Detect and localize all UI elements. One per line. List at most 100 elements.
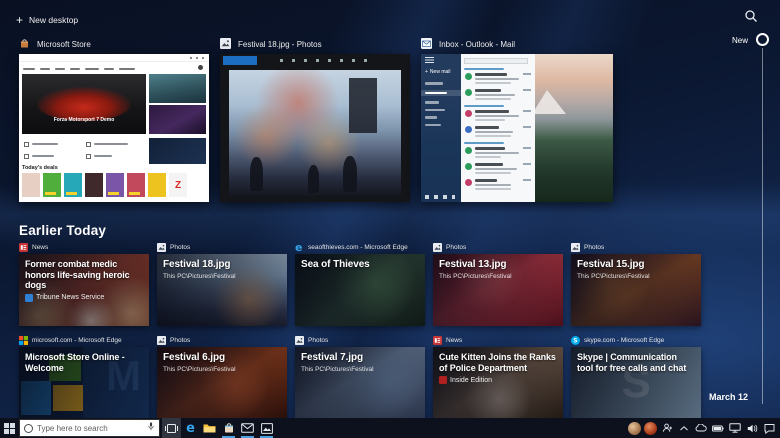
store-deals-row: Z — [22, 173, 206, 199]
deal-tile — [43, 173, 61, 197]
deal-tile — [85, 173, 103, 197]
taskbar-store-button[interactable] — [219, 418, 238, 438]
section-title: Earlier Today — [19, 223, 106, 238]
card-subtitle: This PC\Pictures\Festival — [439, 273, 557, 280]
card-title: Microsoft Store Online - Welcome — [25, 352, 143, 373]
card-app-label: Photos — [446, 244, 466, 251]
timeline-scrollbar-track[interactable] — [762, 48, 763, 404]
window-thumbnail-mail[interactable]: +New mail — [421, 54, 613, 202]
photos-icon — [571, 243, 580, 252]
task-view-button[interactable] — [162, 418, 181, 438]
search-button[interactable] — [744, 9, 758, 28]
window-title: Festival 18.jpg - Photos — [238, 40, 322, 49]
card-app-label: Photos — [170, 244, 190, 251]
photos-icon — [157, 336, 166, 345]
timeline-new-label: New — [714, 36, 748, 45]
taskbar: e — [0, 418, 780, 438]
card-title: Festival 13.jpg — [439, 259, 557, 271]
timeline-cards-grid: News Former combat medic honors life-sav… — [19, 241, 701, 419]
edge-icon: e — [186, 424, 195, 433]
photos-icon — [433, 243, 442, 252]
window-thumbnail-photos[interactable] — [220, 54, 410, 202]
store-nav-tabs — [23, 65, 205, 73]
store-icon — [223, 422, 235, 434]
edge-icon: e — [295, 243, 304, 252]
timeline-card-ms-store-online[interactable]: microsoft.com - Microsoft Edge M Microso… — [19, 334, 149, 419]
action-center-icon[interactable] — [762, 418, 776, 438]
timeline-card-skype[interactable]: S skype.com - Microsoft Edge S Skype | C… — [571, 334, 701, 419]
timeline-card-festival-13[interactable]: Photos Festival 13.jpg This PC\Pictures\… — [433, 241, 563, 326]
network-icon[interactable] — [728, 418, 742, 438]
file-explorer-icon — [203, 423, 216, 434]
microphone-icon[interactable] — [147, 419, 155, 437]
speaker-icon[interactable] — [745, 418, 759, 438]
card-subtitle: This PC\Pictures\Festival — [163, 366, 281, 373]
chevron-up-icon[interactable] — [677, 418, 691, 438]
store-quick-links — [22, 138, 146, 162]
crowd-figure — [343, 156, 357, 192]
card-title: Festival 18.jpg — [163, 259, 281, 271]
mail-icon — [421, 38, 432, 51]
photos-icon — [157, 243, 166, 252]
taskbar-photos-button[interactable] — [257, 418, 276, 438]
photos-icon — [220, 38, 231, 51]
window-thumbnail-store[interactable]: Forza Motorsport 7 Demo Today's deals — [19, 54, 209, 202]
store-promo-tile-3 — [149, 138, 206, 164]
hero-car-image — [37, 87, 131, 121]
photos-icon — [261, 423, 273, 434]
deal-tile — [148, 173, 166, 197]
taskbar-tray — [628, 418, 780, 438]
card-subtitle: This PC\Pictures\Festival — [163, 273, 281, 280]
timeline-scrubber-handle[interactable] — [756, 33, 769, 46]
taskbar-mail-button[interactable] — [238, 418, 257, 438]
onedrive-cloud-icon[interactable] — [694, 418, 708, 438]
card-title: Former combat medic honors life-saving h… — [25, 259, 143, 291]
task-view-icon — [165, 423, 178, 434]
card-source: Inside Edition — [450, 377, 492, 384]
timeline-card-festival-6[interactable]: Photos Festival 6.jpg This PC\Pictures\F… — [157, 334, 287, 419]
search-input[interactable] — [37, 424, 143, 433]
photos-edit-button — [223, 56, 257, 65]
card-app-label: microsoft.com - Microsoft Edge — [32, 337, 122, 344]
card-title: Cute Kitten Joins the Ranks of Police De… — [439, 352, 557, 373]
store-deals-heading: Today's deals — [22, 165, 58, 171]
deal-tile — [127, 173, 145, 197]
card-app-label: seaofthieves.com - Microsoft Edge — [308, 244, 408, 251]
window-microsoft-store[interactable]: Microsoft Store Forza Motorsport 7 Demo … — [19, 38, 211, 203]
timeline-card-news-kitten[interactable]: News Cute Kitten Joins the Ranks of Poli… — [433, 334, 563, 419]
card-title: Festival 7.jpg — [301, 352, 419, 364]
timeline-card-sea-of-thieves[interactable]: e seaofthieves.com - Microsoft Edge Sea … — [295, 241, 425, 326]
new-desktop-button[interactable]: + New desktop — [16, 14, 78, 26]
photos-icon — [295, 336, 304, 345]
cortana-icon — [24, 424, 33, 433]
plus-icon: + — [16, 14, 23, 26]
card-app-label: Photos — [170, 337, 190, 344]
plus-icon: + — [425, 69, 428, 75]
window-header: Inbox - Outlook - Mail — [421, 38, 613, 51]
windows-start-icon — [4, 423, 15, 434]
mail-search-box — [464, 58, 528, 64]
taskbar-edge-button[interactable]: e — [181, 418, 200, 438]
taskbar-file-explorer-button[interactable] — [200, 418, 219, 438]
window-mail[interactable]: Inbox - Outlook - Mail +New mail — [421, 38, 613, 203]
card-app-label: News — [32, 244, 48, 251]
timeline-card-news-dogs[interactable]: News Former combat medic honors life-sav… — [19, 241, 149, 326]
card-app-label: Photos — [308, 337, 328, 344]
card-title: Festival 15.jpg — [577, 259, 695, 271]
card-app-label: News — [446, 337, 462, 344]
people-icon[interactable] — [660, 418, 674, 438]
timeline-card-festival-15[interactable]: Photos Festival 15.jpg This PC\Pictures\… — [571, 241, 701, 326]
timeline-card-festival-18[interactable]: Photos Festival 18.jpg This PC\Pictures\… — [157, 241, 287, 326]
people-avatar-2[interactable] — [644, 422, 657, 435]
window-photos[interactable]: Festival 18.jpg - Photos — [220, 38, 412, 203]
timeline-card-festival-7[interactable]: Photos Festival 7.jpg This PC\Pictures\F… — [295, 334, 425, 419]
crowd-figure — [250, 157, 263, 191]
news-icon — [19, 243, 28, 252]
card-source: Tribune News Service — [36, 294, 104, 301]
inside-edition-icon — [439, 376, 447, 384]
card-title: Sea of Thieves — [301, 259, 419, 271]
battery-icon[interactable] — [711, 418, 725, 438]
taskbar-search-box[interactable] — [19, 419, 160, 437]
people-avatar-1[interactable] — [628, 422, 641, 435]
start-button[interactable] — [0, 418, 19, 438]
